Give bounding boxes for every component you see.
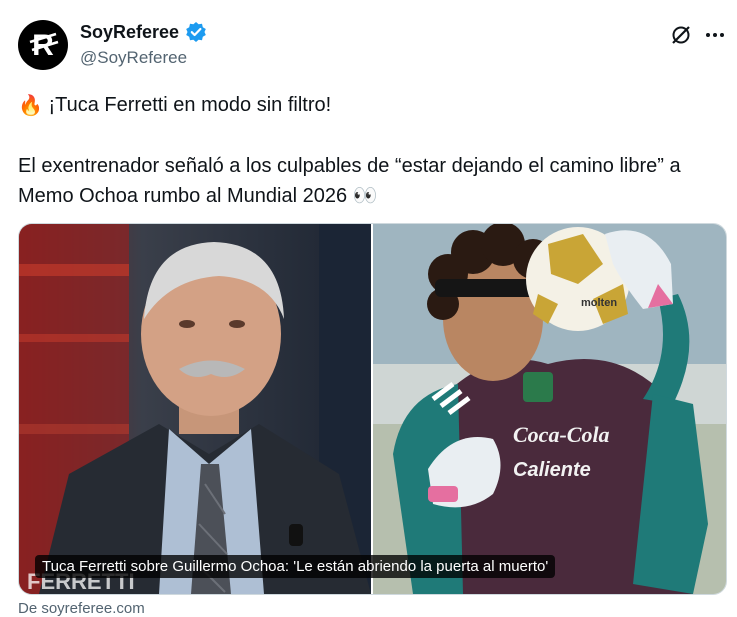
jersey-sub-sponsor-text: Caliente (513, 459, 591, 481)
eyes-emoji-icon: 👀 (352, 185, 378, 208)
tweet-media-card[interactable]: FERRETTI molten Coca-Cola Caliente Tuca … (18, 223, 727, 595)
more-options-button[interactable] (702, 22, 728, 48)
grok-slash-icon (672, 26, 690, 44)
fire-emoji-icon: 🔥 (18, 94, 43, 117)
ferretti-photo[interactable]: FERRETTI (19, 224, 371, 594)
tweet-line-1-text: ¡Tuca Ferretti en modo sin filtro! (48, 94, 332, 116)
author-name-row[interactable]: SoyReferee (80, 21, 207, 43)
tweet-text: 🔥 ¡Tuca Ferretti en modo sin filtro! El … (18, 90, 723, 211)
author-display-name[interactable]: SoyReferee (80, 22, 179, 43)
link-source[interactable]: De soyreferee.com (18, 600, 145, 617)
verified-badge-icon (186, 22, 206, 42)
tweet-line-2-text: El exentrenador señaló a los culpables d… (18, 154, 681, 207)
grok-button[interactable] (668, 22, 694, 48)
author-handle[interactable]: @SoyReferee (80, 48, 187, 68)
more-horizontal-icon (706, 33, 724, 37)
jersey-sponsor-text: Coca-Cola (513, 422, 610, 447)
ochoa-photo[interactable]: molten Coca-Cola Caliente (373, 224, 726, 594)
media-caption: Tuca Ferretti sobre Guillermo Ochoa: 'Le… (35, 555, 556, 578)
soyreferee-logo-icon: R (29, 29, 59, 62)
author-avatar[interactable]: R (18, 20, 68, 70)
tweet-line-1: 🔥 ¡Tuca Ferretti en modo sin filtro! (18, 90, 723, 121)
tweet-line-2: El exentrenador señaló a los culpables d… (18, 151, 723, 212)
ball-brand-text: molten (581, 297, 617, 309)
